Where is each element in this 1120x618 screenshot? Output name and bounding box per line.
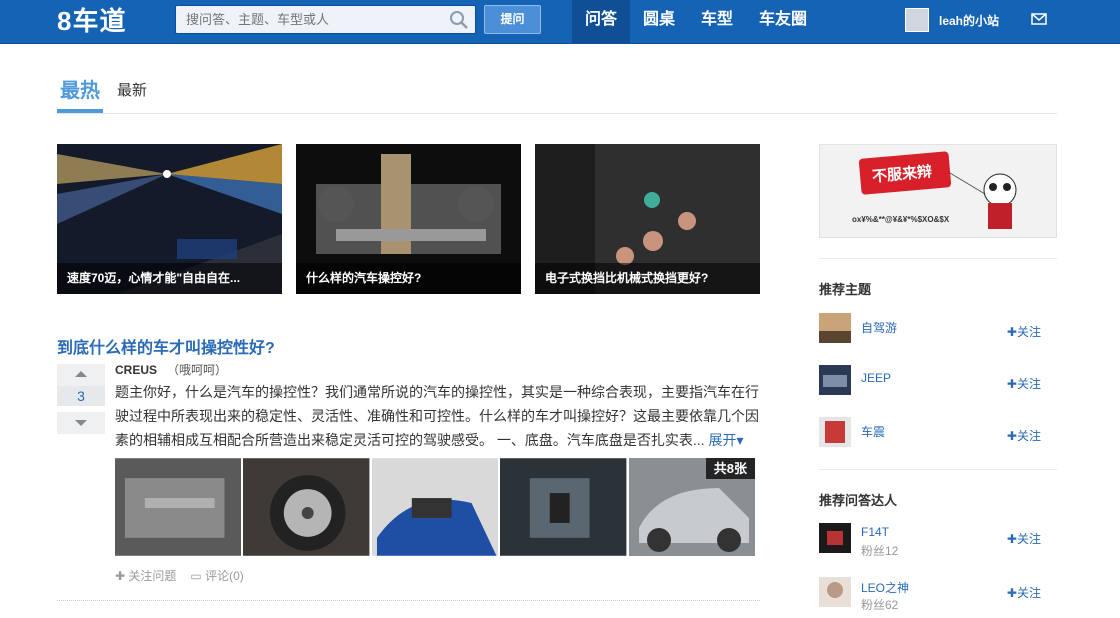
question-title[interactable]: 到底什么样的车才叫操控性好?: [57, 334, 275, 358]
ask-button[interactable]: 提问: [484, 5, 541, 34]
expand-link[interactable]: 展开▾: [708, 432, 743, 448]
comment-icon: ▭: [190, 569, 206, 583]
expert-avatar[interactable]: [819, 577, 851, 607]
answer-thumbnail[interactable]: [371, 458, 499, 556]
expert-name[interactable]: F14T: [861, 525, 889, 539]
top-navbar: 8车道 提问 问答 圆桌 车型 车友圈 leah的小站: [0, 0, 1120, 44]
image-strip: 共8张: [115, 458, 756, 556]
answer-author: CREUS （哦呵呵）: [115, 361, 227, 378]
expert-avatar[interactable]: [819, 523, 851, 553]
featured-caption[interactable]: 电子式换挡比机械式换挡更好?: [535, 263, 760, 294]
featured-card[interactable]: 什么样的汽车操控好?: [296, 144, 521, 294]
user-menu[interactable]: leah的小站: [905, 8, 999, 32]
answer-thumbnail[interactable]: [243, 458, 370, 556]
author-name[interactable]: CREUS: [115, 363, 157, 377]
chevron-down-icon: ▾: [736, 432, 744, 448]
ad-subtitle: ox¥%&**@¥&¥*%$XO&$X: [852, 215, 950, 224]
username[interactable]: leah的小站: [939, 12, 999, 29]
follow-button[interactable]: ✚关注: [1007, 530, 1041, 547]
nav-models[interactable]: 车型: [688, 0, 746, 44]
answer-actions: ✚ 关注问题 ▭ 评论(0): [115, 567, 244, 584]
topic-thumbnail[interactable]: [819, 365, 851, 395]
topic-item: 车震 ✚关注: [819, 417, 1057, 451]
featured-card[interactable]: 电子式换挡比机械式换挡更好?: [535, 144, 760, 294]
vote-count: 3: [57, 386, 105, 406]
mail-icon[interactable]: [1031, 13, 1047, 25]
answer-text: 题主你好，什么是汽车的操控性？我们通常所说的汽车的操控性，其实是一种综合表现，主…: [115, 384, 759, 448]
tab-new[interactable]: 最新: [117, 72, 147, 113]
topic-thumbnail[interactable]: [819, 417, 851, 447]
author-note: （哦呵呵）: [167, 363, 228, 377]
main-nav: 问答 圆桌 车型 车友圈: [572, 0, 820, 44]
follow-button[interactable]: ✚关注: [1007, 427, 1041, 444]
expert-name[interactable]: LEO之神: [861, 579, 909, 596]
featured-caption[interactable]: 什么样的汽车操控好?: [296, 263, 521, 294]
follow-button[interactable]: ✚关注: [1007, 584, 1041, 601]
featured-card[interactable]: 速度70迈，心情才能"自由自在...: [57, 144, 282, 294]
ad-banner[interactable]: 不服来辩 ox¥%&**@¥&¥*%$XO&$X: [819, 144, 1057, 238]
upvote-button[interactable]: [57, 364, 105, 386]
image-count-badge: 共8张: [705, 458, 756, 479]
follow-question-link[interactable]: ✚ 关注问题: [115, 567, 176, 584]
arrow-down-icon: [75, 420, 87, 426]
topic-item: JEEP ✚关注: [819, 365, 1057, 399]
topic-thumbnail[interactable]: [819, 313, 851, 343]
nav-qa[interactable]: 问答: [572, 0, 631, 44]
answer-body: 题主你好，什么是汽车的操控性？我们通常所说的汽车的操控性，其实是一种综合表现，主…: [115, 380, 760, 452]
avatar[interactable]: [905, 8, 929, 32]
answer-thumbnail[interactable]: [500, 458, 627, 556]
featured-caption[interactable]: 速度70迈，心情才能"自由自在...: [57, 263, 282, 294]
answer-thumbnail[interactable]: [115, 458, 242, 556]
plus-icon: ✚: [115, 569, 129, 583]
recommended-topics-title: 推荐主题: [819, 282, 872, 297]
tab-hot[interactable]: 最热: [57, 72, 103, 113]
topic-name[interactable]: JEEP: [861, 371, 891, 385]
topic-name[interactable]: 自驾游: [861, 319, 897, 336]
arrow-up-icon: [75, 371, 87, 377]
divider: [57, 600, 760, 601]
follow-button[interactable]: ✚关注: [1007, 323, 1041, 340]
nav-roundtable[interactable]: 圆桌: [630, 0, 688, 44]
follow-button[interactable]: ✚关注: [1007, 375, 1041, 392]
vote-widget: 3: [57, 364, 105, 434]
search-input[interactable]: [176, 6, 436, 33]
divider: [819, 469, 1057, 470]
search-box: [175, 5, 476, 34]
topic-item: 自驾游 ✚关注: [819, 313, 1057, 347]
recommended-experts-title: 推荐问答达人: [819, 493, 898, 508]
expert-item: F14T 粉丝12 ✚关注: [819, 523, 1057, 558]
comment-link[interactable]: ▭ 评论(0): [190, 567, 243, 584]
topic-name[interactable]: 车震: [861, 423, 885, 440]
divider: [819, 258, 1057, 259]
feed-tabs: 最热 最新: [57, 72, 1057, 114]
expert-fans: 粉丝62: [861, 598, 899, 612]
nav-circle[interactable]: 车友圈: [746, 0, 820, 44]
answer-thumbnail[interactable]: 共8张: [628, 458, 756, 556]
downvote-button[interactable]: [57, 412, 105, 434]
search-icon[interactable]: [449, 10, 469, 30]
site-logo[interactable]: 8车道: [57, 6, 126, 36]
expert-item: LEO之神 粉丝62 ✚关注: [819, 577, 1057, 612]
ad-graphic: [858, 151, 1017, 229]
expert-fans: 粉丝12: [861, 544, 899, 558]
